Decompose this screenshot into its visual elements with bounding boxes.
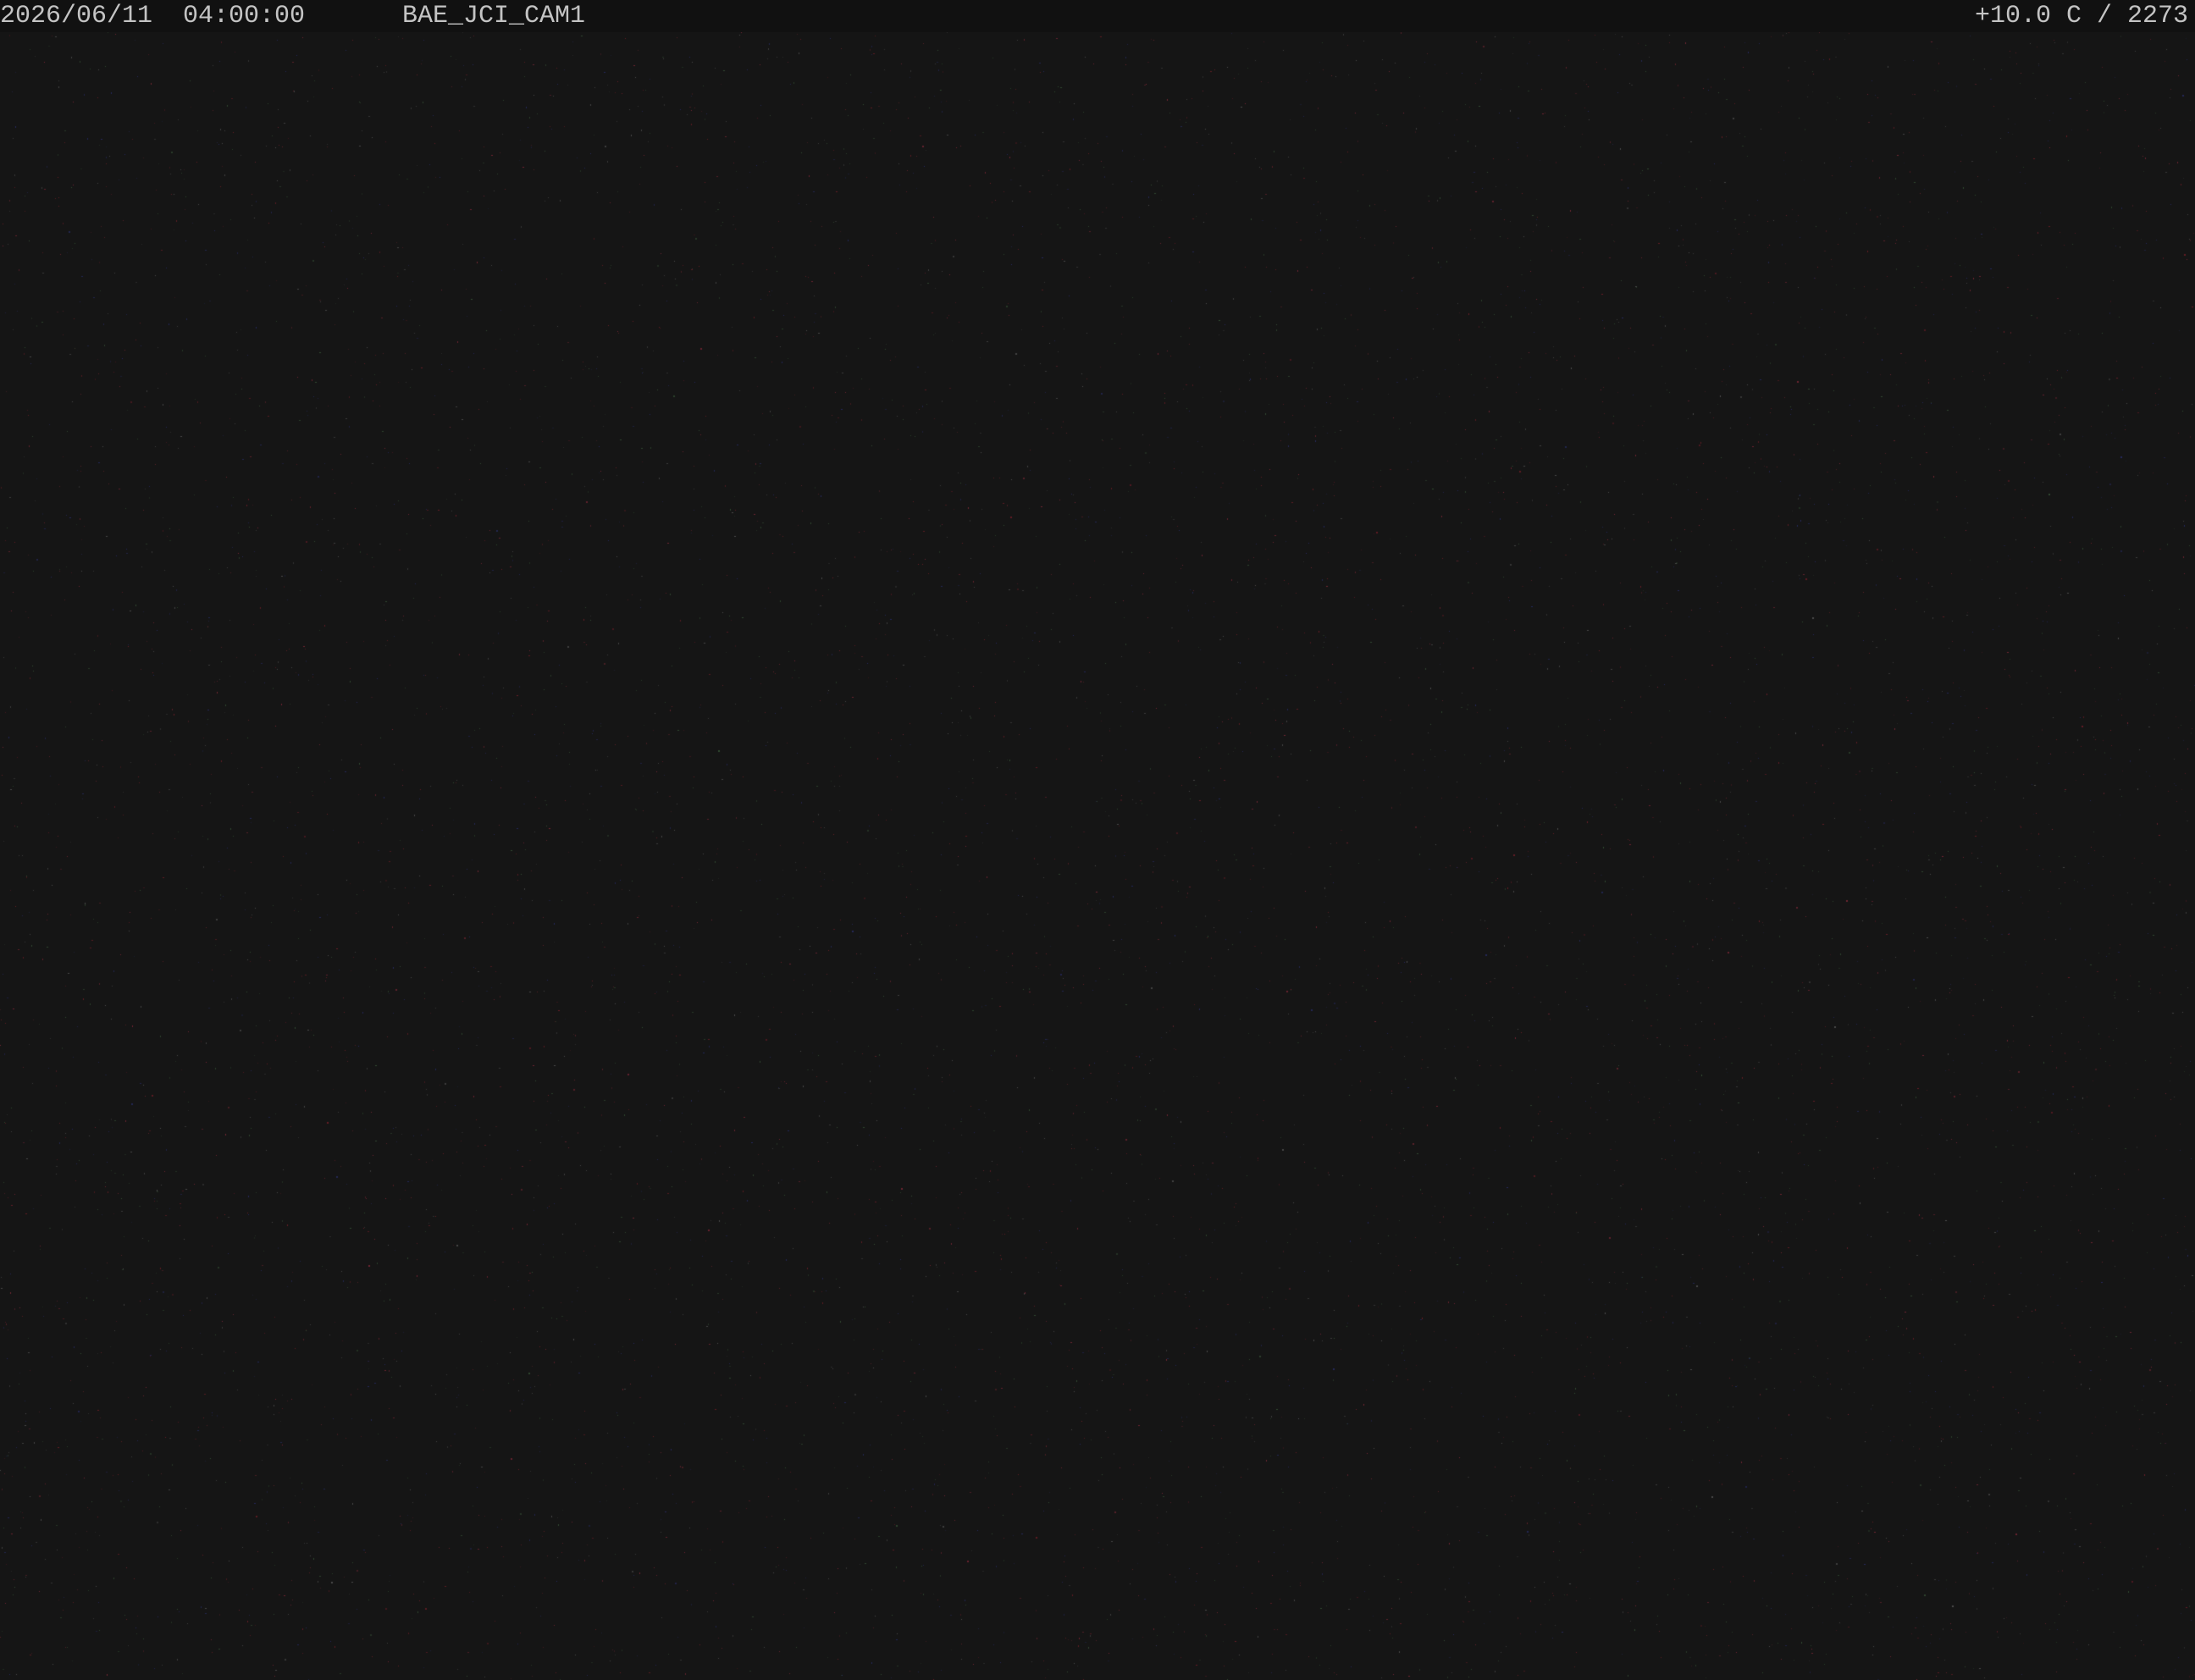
temperature-status-label: +10.0 C / 2273 [1974,2,2188,30]
sensor-noise-image [0,0,2195,1680]
osd-bar: 2026/06/11 04:00:00 BAE_JCI_CAM1 +10.0 C… [0,0,2195,32]
timestamp-label: 2026/06/11 04:00:00 [0,2,306,30]
camera-frame: 2026/06/11 04:00:00 BAE_JCI_CAM1 +10.0 C… [0,0,2195,1680]
camera-name-label: BAE_JCI_CAM1 [402,2,586,30]
